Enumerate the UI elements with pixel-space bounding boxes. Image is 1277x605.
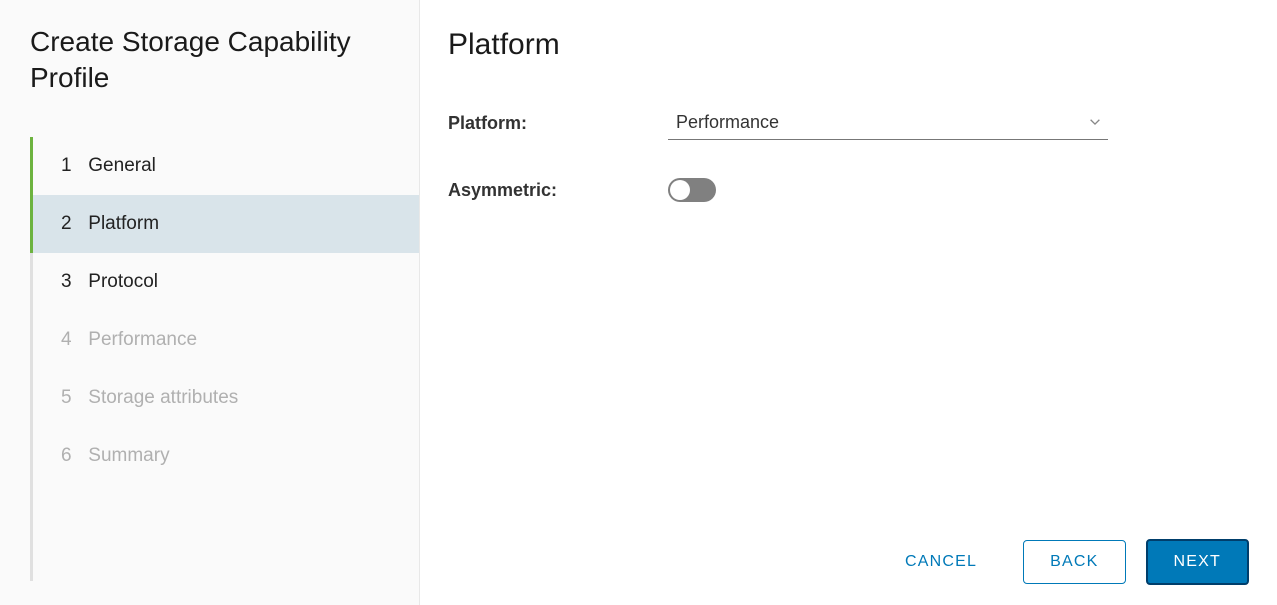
asymmetric-label: Asymmetric: (448, 180, 668, 201)
step-label: Protocol (88, 271, 158, 292)
step-general[interactable]: 1 General (33, 137, 419, 195)
platform-row: Platform: Performance (448, 106, 1249, 140)
next-button[interactable]: NEXT (1146, 539, 1249, 585)
step-number: 6 (61, 445, 83, 467)
platform-select-value: Performance (676, 112, 779, 132)
step-label: General (88, 155, 156, 176)
step-label: Summary (88, 445, 169, 466)
wizard-content: Platform Platform: Performance Asymmetri… (420, 0, 1277, 605)
step-summary: 6 Summary (33, 427, 419, 485)
page-title: Platform (448, 28, 1249, 62)
step-label: Performance (88, 329, 197, 350)
step-number: 4 (61, 329, 83, 351)
toggle-knob (670, 180, 690, 200)
step-performance: 4 Performance (33, 311, 419, 369)
cancel-button[interactable]: CANCEL (879, 541, 1003, 583)
wizard-step-list: 1 General 2 Platform 3 Protocol 4 Perfor… (30, 137, 419, 581)
asymmetric-row: Asymmetric: (448, 178, 1249, 202)
step-number: 2 (61, 213, 83, 235)
wizard-sidebar: Create Storage Capability Profile 1 Gene… (0, 0, 420, 605)
asymmetric-toggle[interactable] (668, 178, 716, 202)
platform-label: Platform: (448, 113, 668, 134)
step-number: 3 (61, 271, 83, 293)
platform-select[interactable]: Performance (668, 106, 1108, 140)
step-storage-attributes: 5 Storage attributes (33, 369, 419, 427)
step-label: Storage attributes (88, 387, 238, 408)
wizard-title: Create Storage Capability Profile (30, 24, 419, 97)
step-protocol[interactable]: 3 Protocol (33, 253, 419, 311)
step-label: Platform (88, 213, 159, 234)
chevron-down-icon (1088, 112, 1102, 133)
step-platform[interactable]: 2 Platform (33, 195, 419, 253)
step-number: 1 (61, 155, 83, 177)
step-number: 5 (61, 387, 83, 409)
wizard-footer: CANCEL BACK NEXT (448, 539, 1249, 585)
back-button[interactable]: BACK (1023, 540, 1125, 584)
